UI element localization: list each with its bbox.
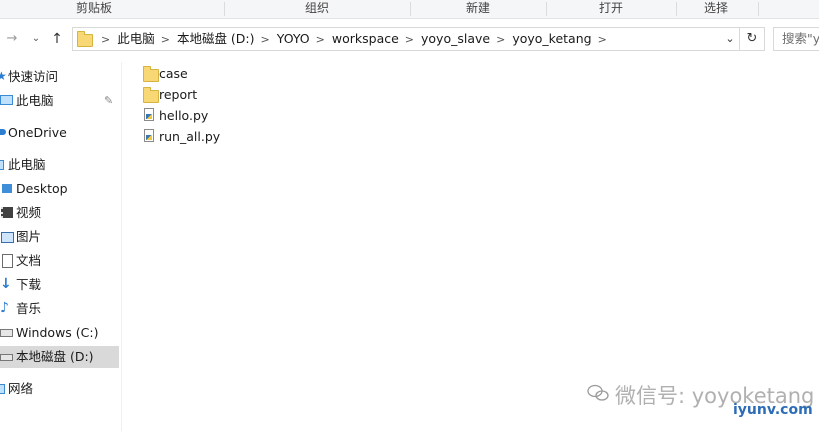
nav-item-label: 网络: [8, 381, 34, 396]
nav-item-downloads[interactable]: ↓ 下载: [0, 274, 119, 296]
network-icon: [0, 384, 5, 394]
nav-item-videos[interactable]: 视频: [0, 202, 119, 224]
file-list: case report hello.py run_all.py: [122, 62, 819, 431]
desktop-folder-icon: [2, 184, 12, 193]
chevron-right-icon[interactable]: >: [255, 29, 277, 51]
chevron-right-icon[interactable]: >: [490, 29, 512, 51]
arrow-right-icon: →: [6, 31, 18, 46]
folder-icon: [77, 31, 93, 47]
refresh-icon: ↻: [746, 31, 758, 46]
nav-item-label: 下载: [16, 277, 42, 292]
ribbon-group-select: 选择: [703, 1, 728, 15]
chevron-right-icon[interactable]: >: [310, 29, 332, 51]
drive-icon: [0, 354, 13, 361]
cloud-icon: [0, 129, 6, 135]
breadcrumb-item[interactable]: 本地磁盘 (D:): [177, 28, 255, 50]
nav-item-documents[interactable]: 文档: [0, 250, 119, 272]
nav-item-label: OneDrive: [8, 125, 67, 140]
ribbon-divider: [758, 2, 759, 16]
nav-item-label: 图片: [16, 229, 42, 244]
nav-item-desktop[interactable]: Desktop: [0, 178, 119, 200]
breadcrumb-item[interactable]: YOYO: [277, 28, 310, 50]
file-name: run_all.py: [159, 129, 221, 144]
nav-item-label: 快速访问: [8, 69, 59, 84]
chevron-down-icon: ⌄: [31, 33, 41, 44]
chevron-right-icon[interactable]: >: [95, 29, 117, 51]
nav-item-label: Windows (C:): [16, 325, 99, 340]
file-name: report: [159, 87, 198, 102]
address-dropdown-button[interactable]: ⌄: [722, 28, 738, 50]
chevron-down-icon: ⌄: [725, 32, 735, 45]
computer-icon: [0, 160, 4, 170]
arrow-up-icon: ↑: [51, 31, 63, 47]
folder-icon: [143, 87, 159, 103]
up-button[interactable]: ↑: [47, 29, 67, 49]
wechat-logo-icon: [587, 384, 609, 401]
ribbon-group-clipboard: 剪贴板: [75, 1, 112, 15]
video-icon: [1, 207, 13, 218]
nav-item-label: Desktop: [16, 181, 68, 196]
address-row: → ⌄ ↑ > 此电脑 > 本地磁盘 (D:) > YOYO > workspace > yoyo…: [0, 22, 819, 56]
breadcrumb-item[interactable]: workspace: [332, 28, 399, 50]
nav-item-this-pc-pinned[interactable]: 此电脑 ✎: [0, 90, 119, 112]
nav-item-network[interactable]: 网络: [0, 378, 119, 400]
search-input[interactable]: 搜索"yo: [773, 27, 819, 51]
nav-item-label: 音乐: [16, 301, 42, 316]
refresh-button[interactable]: ↻: [739, 28, 764, 50]
breadcrumb-item[interactable]: yoyo_slave: [421, 28, 490, 50]
music-icon: ♪: [0, 300, 9, 316]
watermark: 微信号: yoyoketang iyunv.com: [585, 378, 819, 431]
documents-icon: [2, 254, 13, 268]
forward-button[interactable]: →: [2, 29, 22, 49]
python-file-icon: [144, 129, 154, 142]
recent-locations-button[interactable]: ⌄: [26, 29, 46, 49]
chevron-right-icon[interactable]: >: [399, 29, 421, 51]
pin-icon[interactable]: ✎: [104, 90, 113, 112]
navigation-pane: ★ 快速访问 此电脑 ✎ OneDrive 此电脑 Desktop 视频 图片 …: [0, 62, 122, 431]
chevron-right-icon[interactable]: >: [155, 29, 177, 51]
nav-item-label: 此电脑: [16, 93, 54, 108]
watermark-url: iyunv.com: [733, 402, 813, 418]
ribbon-group-labels: 剪贴板 组织 新建 打开 选择: [0, 0, 819, 19]
file-name: case: [159, 66, 188, 81]
breadcrumb-item[interactable]: 此电脑: [117, 28, 155, 50]
nav-item-label: 视频: [16, 205, 42, 220]
nav-item-label: 文档: [16, 253, 42, 268]
download-icon: ↓: [0, 276, 12, 292]
nav-item-drive-d[interactable]: 本地磁盘 (D:): [0, 346, 119, 368]
drive-icon: [0, 329, 13, 337]
address-bar[interactable]: > 此电脑 > 本地磁盘 (D:) > YOYO > workspace > yoyo_slave…: [72, 27, 765, 51]
nav-item-music[interactable]: ♪ 音乐: [0, 298, 119, 320]
pictures-icon: [1, 232, 14, 243]
nav-item-label: 本地磁盘 (D:): [16, 349, 94, 364]
breadcrumb: > 此电脑 > 本地磁盘 (D:) > YOYO > workspace > yoyo_slave…: [95, 28, 614, 50]
file-name: hello.py: [159, 108, 209, 123]
chevron-right-icon[interactable]: >: [592, 29, 614, 51]
nav-item-onedrive[interactable]: OneDrive: [0, 122, 119, 144]
nav-item-label: 此电脑: [8, 157, 46, 172]
folder-icon: [143, 66, 159, 82]
nav-item-this-pc[interactable]: 此电脑: [0, 154, 119, 176]
nav-item-quick-access[interactable]: ★ 快速访问: [0, 66, 119, 88]
ribbon-group-new: 新建: [465, 1, 490, 15]
nav-item-drive-c[interactable]: Windows (C:): [0, 322, 119, 344]
ribbon-group-organize: 组织: [304, 1, 329, 15]
breadcrumb-item[interactable]: yoyo_ketang: [512, 28, 591, 50]
ribbon-group-open: 打开: [598, 1, 623, 15]
python-file-icon: [144, 108, 154, 121]
computer-icon: [0, 95, 13, 105]
nav-item-pictures[interactable]: 图片: [0, 226, 119, 248]
